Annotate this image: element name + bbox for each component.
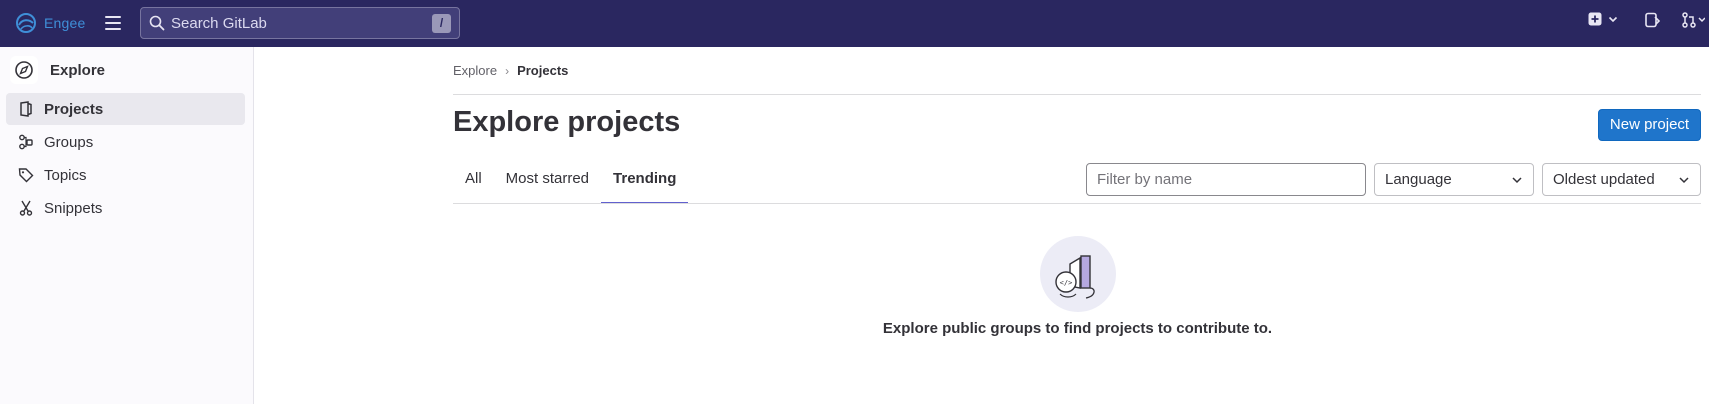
sidebar-item-label: Projects	[44, 100, 104, 118]
new-project-button[interactable]: New project	[1598, 109, 1701, 141]
engee-logo-icon	[16, 13, 36, 33]
sidebar-context-header[interactable]: Explore	[10, 56, 105, 84]
page-title: Explore projects	[453, 106, 681, 138]
sidebar-title: Explore	[50, 61, 106, 79]
breadcrumb-explore-link[interactable]: Explore	[453, 63, 497, 78]
breadcrumb-current[interactable]: Projects	[517, 63, 568, 78]
sidebar-item-label: Snippets	[44, 199, 103, 217]
label-icon	[18, 168, 34, 183]
top-navigation-bar: Engee Search GitLab /	[0, 0, 1709, 47]
tab-trending[interactable]: Trending	[601, 160, 689, 204]
header-divider	[453, 94, 1701, 95]
tabs-divider	[453, 203, 1701, 204]
issues-button[interactable]	[1644, 12, 1660, 28]
compass-icon	[10, 56, 38, 84]
group-icon	[19, 134, 33, 150]
project-tabs: All Most starred Trending	[453, 160, 689, 204]
merge-requests-button[interactable]	[1681, 12, 1705, 28]
empty-state-message: Explore public groups to find projects t…	[882, 320, 1273, 337]
breadcrumb-separator-icon: ›	[505, 63, 510, 78]
snippet-icon	[19, 200, 33, 216]
sort-dropdown-label: Oldest updated	[1553, 171, 1655, 188]
chevron-down-icon	[1679, 176, 1689, 183]
sidebar-item-label: Topics	[44, 166, 87, 184]
search-input[interactable]: Search GitLab /	[140, 7, 460, 39]
projects-empty-icon: </>	[1055, 255, 1095, 299]
sidebar-item-projects[interactable]: Projects	[6, 93, 245, 125]
sort-dropdown[interactable]: Oldest updated	[1542, 163, 1701, 196]
search-icon	[149, 15, 165, 31]
project-icon	[20, 101, 32, 117]
brand-link[interactable]: Engee	[14, 11, 85, 35]
merge-requests-icon	[1681, 12, 1705, 28]
svg-text:</>: </>	[1060, 279, 1073, 287]
search-placeholder: Search GitLab	[171, 14, 267, 32]
issues-icon	[1644, 12, 1660, 28]
search-shortcut-key: /	[432, 13, 451, 33]
breadcrumb: Explore › Projects	[453, 63, 568, 78]
create-new-button[interactable]	[1588, 12, 1618, 26]
filter-by-name-input[interactable]	[1086, 163, 1366, 196]
sidebar-item-snippets[interactable]: Snippets	[6, 192, 245, 224]
language-dropdown[interactable]: Language	[1374, 163, 1534, 196]
sidebar-item-groups[interactable]: Groups	[6, 126, 245, 158]
chevron-down-icon	[1608, 14, 1618, 24]
chevron-down-icon	[1512, 176, 1522, 183]
brand-name: Engee	[44, 15, 86, 31]
left-sidebar: Explore Projects Groups Topics Snippets	[0, 47, 254, 404]
sidebar-item-label: Groups	[44, 133, 94, 151]
create-new-icon	[1588, 12, 1602, 26]
hamburger-menu-icon[interactable]	[103, 14, 123, 32]
tab-all[interactable]: All	[453, 160, 494, 204]
empty-state-illustration: </>	[1040, 236, 1116, 312]
language-dropdown-label: Language	[1385, 171, 1452, 188]
sidebar-item-topics[interactable]: Topics	[6, 159, 245, 191]
tab-most-starred[interactable]: Most starred	[494, 160, 601, 204]
